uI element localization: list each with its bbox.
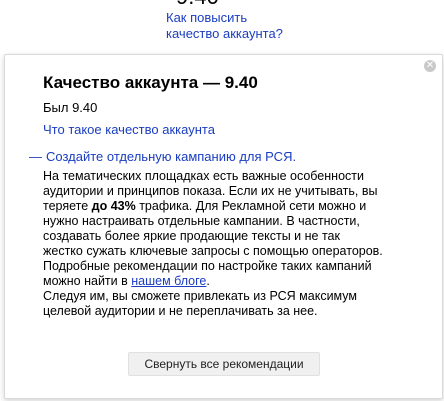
what-is-quality-link[interactable]: Что такое качество аккаунта [43, 122, 215, 137]
close-icon[interactable]: ✕ [424, 60, 436, 72]
traffic-loss-highlight: до 43% [91, 199, 136, 213]
recommendation-body: На тематических площадках есть важные ос… [43, 169, 383, 319]
recommendation-dash: — [29, 149, 42, 164]
recommendation-paragraph-3: Следуя им, вы сможете привлекать из РСЯ … [43, 289, 357, 318]
top-area: 9.40 Как повысить качество аккаунта? [0, 0, 444, 60]
improve-link-line1[interactable]: Как повысить [166, 10, 306, 26]
recommendation-paragraph-1: На тематических площадках есть важные ос… [43, 169, 383, 258]
blog-link[interactable]: нашем блоге [131, 274, 206, 288]
improve-link-line2[interactable]: качество аккаунта? [166, 26, 306, 42]
collapse-all-button[interactable]: Свернуть все рекомендации [128, 352, 320, 376]
popup-title: Качество аккаунта — 9.40 [43, 73, 258, 92]
previous-score: Был 9.40 [43, 100, 98, 115]
account-score-partial: 9.40 [176, 0, 219, 10]
improve-quality-link[interactable]: Как повысить качество аккаунта? [166, 10, 306, 42]
recommendation-title-text[interactable]: Создайте отдельную кампанию для РСЯ. [46, 149, 296, 164]
recommendation-title[interactable]: — Создайте отдельную кампанию для РСЯ. [29, 149, 296, 164]
recommendation-paragraph-2: Подробные рекомендации по настройке таки… [43, 259, 372, 288]
